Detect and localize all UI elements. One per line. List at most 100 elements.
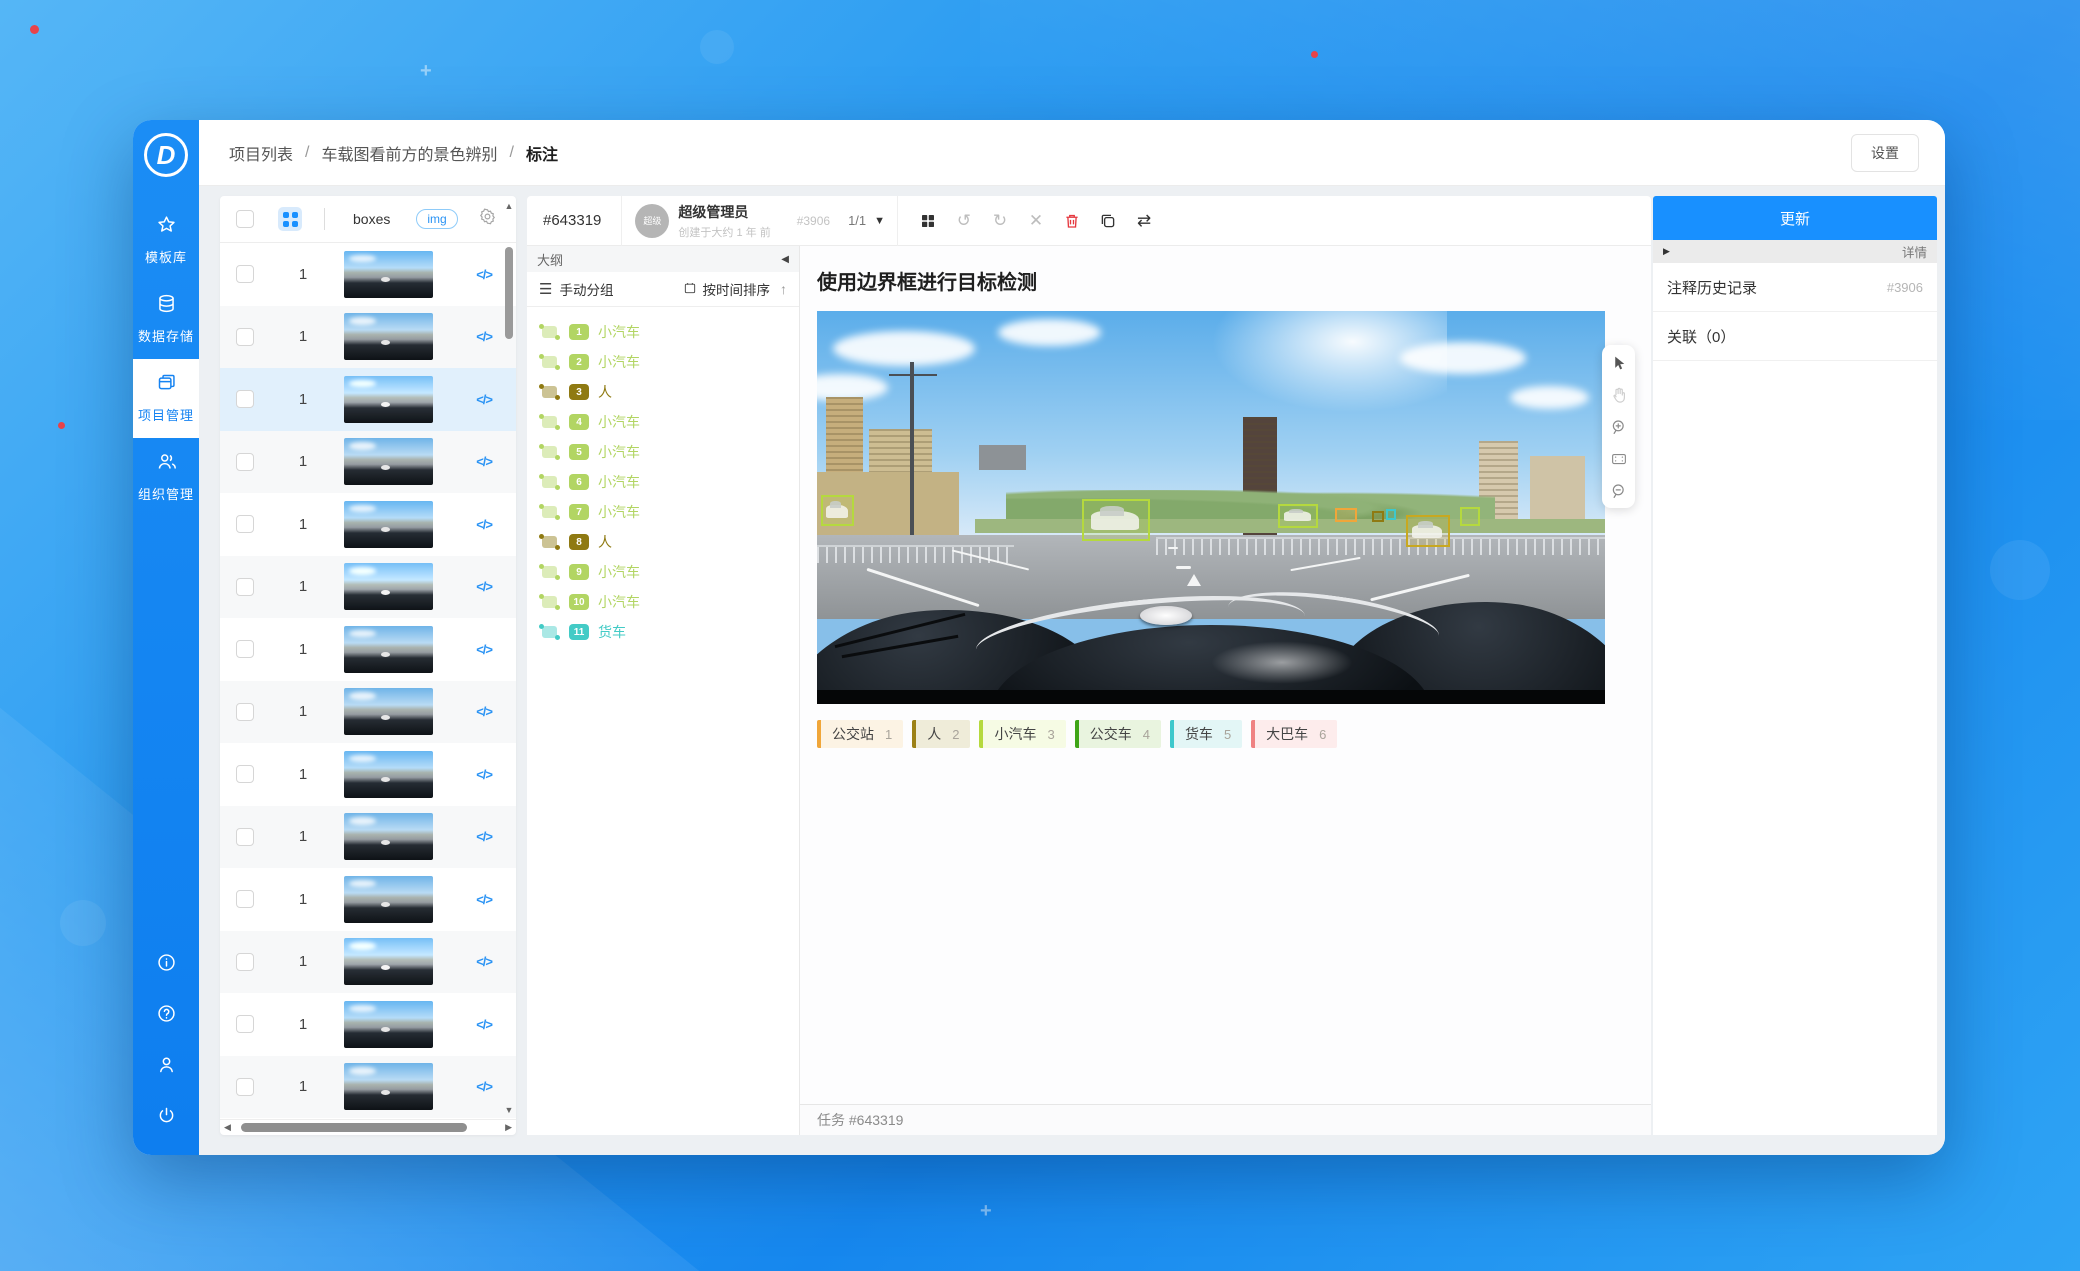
code-icon[interactable]: </> — [476, 454, 492, 469]
outline-item[interactable]: 3人 — [527, 377, 799, 407]
scroll-left-icon[interactable]: ◀ — [224, 1122, 231, 1133]
bounding-box[interactable] — [1082, 499, 1150, 541]
delete-icon[interactable] — [1060, 209, 1084, 233]
collapse-left-icon[interactable]: ◀ — [781, 254, 789, 265]
outline-item[interactable]: 9小汽车 — [527, 557, 799, 587]
file-row[interactable]: 1</> — [220, 681, 516, 744]
transfer-icon[interactable]: ⇄ — [1132, 209, 1156, 233]
file-row[interactable]: 1</> — [220, 1056, 516, 1119]
redo-icon[interactable]: ↻ — [988, 209, 1012, 233]
code-icon[interactable]: </> — [476, 579, 492, 594]
sidebar-item-template-library[interactable]: 模板库 — [133, 201, 199, 280]
row-thumbnail[interactable] — [344, 813, 433, 860]
file-row[interactable]: 1</> — [220, 868, 516, 931]
scrollbar-thumb[interactable] — [505, 247, 513, 339]
bounding-box[interactable] — [1335, 508, 1357, 522]
code-icon[interactable]: </> — [476, 704, 492, 719]
scrollbar-thumb[interactable] — [241, 1123, 467, 1132]
label-chip[interactable]: 小汽车3 — [979, 720, 1065, 748]
code-icon[interactable]: </> — [476, 767, 492, 782]
file-row[interactable]: 1</> — [220, 493, 516, 556]
code-icon[interactable]: </> — [476, 329, 492, 344]
row-checkbox[interactable] — [236, 453, 254, 471]
file-row[interactable]: 1</> — [220, 743, 516, 806]
annotation-history-row[interactable]: 注释历史记录 #3906 — [1653, 263, 1937, 312]
outline-item[interactable]: 5小汽车 — [527, 437, 799, 467]
row-checkbox[interactable] — [236, 765, 254, 783]
file-row[interactable]: 1</> — [220, 806, 516, 869]
sort-ascending-icon[interactable]: ↑ — [780, 281, 787, 297]
label-chip[interactable]: 公交车4 — [1075, 720, 1161, 748]
update-button[interactable]: 更新 — [1653, 196, 1937, 240]
label-chip[interactable]: 人2 — [912, 720, 970, 748]
bounding-box[interactable] — [1278, 504, 1318, 528]
code-icon[interactable]: </> — [476, 892, 492, 907]
row-thumbnail[interactable] — [344, 563, 433, 610]
pan-tool-icon[interactable] — [1609, 385, 1628, 404]
bounding-box[interactable] — [1460, 507, 1480, 526]
file-row[interactable]: 1</> — [220, 306, 516, 369]
row-thumbnail[interactable] — [344, 1001, 433, 1048]
row-thumbnail[interactable] — [344, 751, 433, 798]
row-checkbox[interactable] — [236, 703, 254, 721]
label-chip[interactable]: 公交站1 — [817, 720, 903, 748]
row-thumbnail[interactable] — [344, 876, 433, 923]
select-all-checkbox[interactable] — [236, 210, 254, 228]
outline-item[interactable]: 4小汽车 — [527, 407, 799, 437]
code-icon[interactable]: </> — [476, 1079, 492, 1094]
scroll-right-icon[interactable]: ▶ — [505, 1122, 512, 1133]
row-thumbnail[interactable] — [344, 313, 433, 360]
sidebar-item-project-management[interactable]: 项目管理 — [133, 359, 199, 438]
scroll-up-icon[interactable]: ▲ — [505, 201, 514, 211]
row-checkbox[interactable] — [236, 265, 254, 283]
row-checkbox[interactable] — [236, 515, 254, 533]
outline-item[interactable]: 1小汽车 — [527, 317, 799, 347]
row-checkbox[interactable] — [236, 890, 254, 908]
fit-screen-icon[interactable] — [1609, 449, 1628, 468]
file-row[interactable]: 1</> — [220, 368, 516, 431]
file-row[interactable]: 1</> — [220, 931, 516, 994]
group-by-label[interactable]: 手动分组 — [559, 279, 613, 299]
outline-item[interactable]: 10小汽车 — [527, 587, 799, 617]
label-chip[interactable]: 货车5 — [1170, 720, 1242, 748]
outline-item[interactable]: 7小汽车 — [527, 497, 799, 527]
row-checkbox[interactable] — [236, 328, 254, 346]
file-row[interactable]: 1</> — [220, 556, 516, 619]
expand-right-icon[interactable]: ▶ — [1663, 246, 1670, 257]
code-icon[interactable]: </> — [476, 829, 492, 844]
code-icon[interactable]: </> — [476, 1017, 492, 1032]
annotation-image[interactable] — [817, 311, 1605, 704]
info-icon[interactable] — [156, 952, 177, 978]
reset-icon[interactable]: ✕ — [1024, 209, 1048, 233]
row-thumbnail[interactable] — [344, 438, 433, 485]
row-thumbnail[interactable] — [344, 626, 433, 673]
row-checkbox[interactable] — [236, 1015, 254, 1033]
settings-button[interactable]: 设置 — [1851, 134, 1919, 172]
file-row[interactable]: 1</> — [220, 1118, 516, 1119]
outline-item[interactable]: 11货车 — [527, 617, 799, 647]
power-icon[interactable] — [156, 1105, 177, 1131]
row-checkbox[interactable] — [236, 1078, 254, 1096]
relations-row[interactable]: 关联（0） — [1653, 312, 1937, 361]
row-thumbnail[interactable] — [344, 688, 433, 735]
breadcrumb-item[interactable]: 车载图看前方的景色辨别 — [321, 141, 497, 165]
file-row[interactable]: 1</> — [220, 618, 516, 681]
code-icon[interactable]: </> — [476, 517, 492, 532]
zoom-in-icon[interactable] — [1609, 417, 1628, 436]
sidebar-item-data-storage[interactable]: 数据存储 — [133, 280, 199, 359]
grid-view-icon[interactable] — [278, 207, 302, 231]
zoom-out-icon[interactable] — [1609, 481, 1628, 500]
row-thumbnail[interactable] — [344, 376, 433, 423]
code-icon[interactable]: </> — [476, 267, 492, 282]
row-thumbnail[interactable] — [344, 501, 433, 548]
file-row[interactable]: 1</> — [220, 993, 516, 1056]
sidebar-item-organization[interactable]: 组织管理 — [133, 438, 199, 517]
gear-icon[interactable] — [478, 207, 497, 231]
bounding-box[interactable] — [1372, 511, 1384, 522]
row-checkbox[interactable] — [236, 578, 254, 596]
chevron-down-icon[interactable]: ▼ — [874, 215, 885, 227]
row-checkbox[interactable] — [236, 640, 254, 658]
row-checkbox[interactable] — [236, 390, 254, 408]
sort-by-label[interactable]: 按时间排序 — [703, 279, 771, 299]
avatar[interactable]: 超级 — [635, 204, 669, 238]
